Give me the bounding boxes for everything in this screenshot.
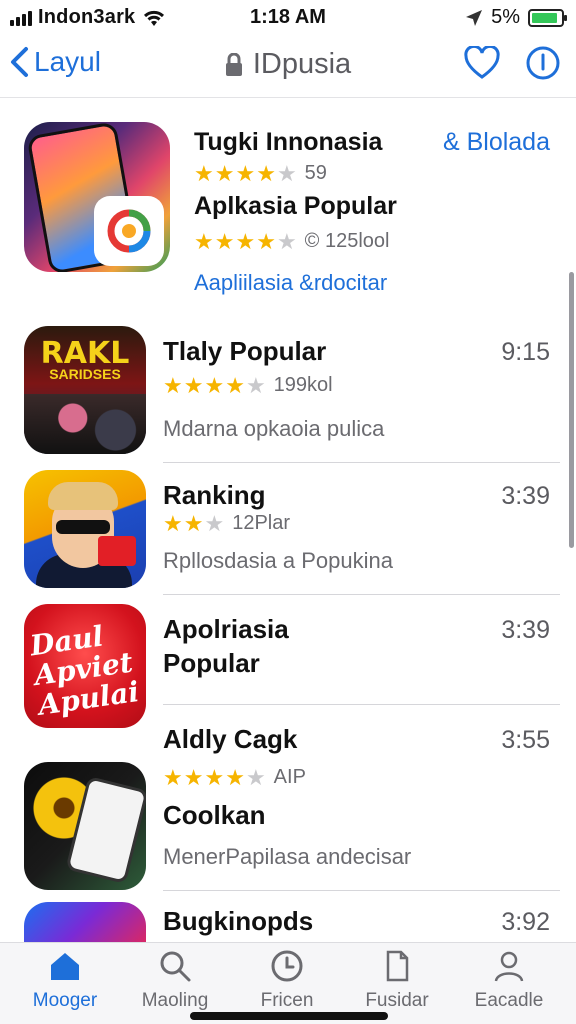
star-icon: ★ bbox=[183, 372, 204, 398]
featured-action-button[interactable]: & Blolada bbox=[443, 128, 550, 157]
star-icon: ★ bbox=[163, 510, 183, 536]
featured-rating: ★ ★ ★ ★ ★ 59 bbox=[194, 162, 327, 185]
featured-subtitle: Aplkasia Popular bbox=[194, 192, 397, 220]
star-icon: ★ bbox=[204, 372, 225, 398]
featured-rating-secondary: ★ ★ ★ ★ ★ © 125lool bbox=[194, 230, 389, 253]
app-name: Bugkinopds bbox=[163, 906, 314, 936]
star-icon: ★ bbox=[194, 228, 214, 254]
featured-link[interactable]: Aapliilasia &rdocitar bbox=[194, 270, 387, 296]
app-name: Tlaly Popular bbox=[163, 336, 327, 366]
star-icon: ★ bbox=[183, 764, 204, 790]
divider bbox=[163, 704, 560, 705]
featured-app-icon[interactable] bbox=[24, 122, 170, 272]
home-icon bbox=[51, 953, 79, 980]
app-icon[interactable]: RAKL SARIDSES bbox=[24, 326, 146, 454]
rating-count: AIP bbox=[273, 766, 306, 788]
list-item[interactable]: Aldly Cagk 3:55 ★ ★ ★ ★ ★ AIP Coolkan MenerP… bbox=[0, 720, 576, 890]
app-name: Aldly Cagk bbox=[163, 724, 298, 754]
featured-title: Tugki Innonasia bbox=[194, 128, 383, 156]
page-title-text: IDpusia bbox=[252, 48, 352, 80]
app-icon[interactable] bbox=[24, 470, 146, 588]
star-icon: ★ bbox=[194, 160, 214, 186]
divider bbox=[163, 594, 560, 595]
app-subtitle: Coolkan bbox=[163, 800, 266, 830]
star-icon: ★ bbox=[245, 372, 266, 398]
divider bbox=[163, 890, 560, 891]
star-icon: ★ bbox=[204, 764, 225, 790]
clock-icon bbox=[271, 950, 303, 982]
heart-icon[interactable] bbox=[464, 46, 500, 80]
rating-count: © 125lool bbox=[304, 230, 390, 252]
star-rating: ★ ★ ★ ★ ★ bbox=[194, 228, 297, 254]
app-rating: ★ ★ ★ ★ ★ 199kol bbox=[163, 374, 333, 397]
list-item[interactable]: Daul Apviet Apulai Apolriasia Popular 3:… bbox=[0, 604, 576, 730]
featured-app[interactable]: Tugki Innonasia & Blolada ★ ★ ★ ★ ★ 59 Aplka… bbox=[0, 110, 576, 306]
app-logo-icon bbox=[107, 209, 151, 253]
star-icon: ★ bbox=[214, 228, 235, 254]
tab-documents[interactable]: Fusidar bbox=[342, 949, 452, 1012]
star-icon: ★ bbox=[235, 228, 256, 254]
list-item[interactable]: RAKL SARIDSES Tlaly Popular 9:15 ★ ★ ★ ★ ★ 1… bbox=[0, 326, 576, 462]
divider bbox=[163, 462, 560, 463]
tab-profile[interactable]: Eacadle bbox=[454, 949, 564, 1012]
star-icon: ★ bbox=[214, 160, 235, 186]
app-time: 3:39 bbox=[501, 482, 550, 510]
star-icon: ★ bbox=[225, 764, 245, 790]
list-item[interactable]: Bugkinopds 3:92 bbox=[0, 902, 576, 962]
info-icon[interactable] bbox=[526, 46, 560, 80]
star-rating: ★ ★ ★ ★ ★ bbox=[194, 160, 297, 186]
document-icon bbox=[386, 950, 409, 982]
star-icon: ★ bbox=[256, 160, 276, 186]
app-name-line2: Popular bbox=[163, 648, 260, 678]
rating-count: 59 bbox=[304, 162, 327, 184]
lock-icon bbox=[225, 52, 242, 76]
rating-count: 199kol bbox=[273, 374, 333, 396]
app-icon[interactable] bbox=[24, 762, 146, 890]
star-icon: ★ bbox=[163, 372, 183, 398]
star-rating: ★ ★ ★ ★ ★ bbox=[163, 764, 266, 790]
app-description: MenerPapilasa andecisar bbox=[163, 844, 412, 869]
tab-home[interactable]: Mooger bbox=[10, 949, 120, 1012]
app-icon[interactable]: Daul Apviet Apulai bbox=[24, 604, 146, 728]
navigation-bar: Layul IDpusia bbox=[0, 36, 576, 98]
app-name: Apolriasia bbox=[163, 614, 289, 644]
rating-count: 12Plar bbox=[232, 512, 291, 534]
tab-recent[interactable]: Fricen bbox=[232, 949, 342, 1012]
star-icon: ★ bbox=[256, 228, 276, 254]
app-time: 9:15 bbox=[501, 338, 550, 366]
app-time: 3:39 bbox=[501, 616, 550, 644]
star-icon: ★ bbox=[276, 160, 297, 186]
star-icon: ★ bbox=[183, 510, 204, 536]
list-item[interactable]: Ranking 3:39 ★ ★ ★ 12Plar Rpllosdasia a Po… bbox=[0, 470, 576, 596]
status-bar: Indon3ark 1:18 AM 5% bbox=[0, 0, 576, 36]
battery-icon bbox=[528, 8, 567, 27]
star-rating: ★ ★ ★ bbox=[163, 510, 225, 536]
app-description: Mdarna opkaoia pulica bbox=[163, 416, 385, 441]
star-icon: ★ bbox=[204, 510, 225, 536]
app-description: Rpllosdasia a Popukina bbox=[163, 548, 393, 573]
home-indicator[interactable] bbox=[190, 1012, 388, 1020]
app-name: Ranking bbox=[163, 480, 266, 510]
app-time: 3:55 bbox=[501, 726, 550, 754]
app-time: 3:92 bbox=[501, 908, 550, 936]
star-icon: ★ bbox=[163, 764, 183, 790]
star-icon: ★ bbox=[235, 160, 256, 186]
star-icon: ★ bbox=[245, 764, 266, 790]
scroll-indicator[interactable] bbox=[569, 272, 574, 548]
star-rating: ★ ★ ★ ★ ★ bbox=[163, 372, 266, 398]
app-rating: ★ ★ ★ 12Plar bbox=[163, 512, 290, 535]
search-icon bbox=[160, 951, 191, 982]
star-icon: ★ bbox=[276, 228, 297, 254]
battery-percent: 5% bbox=[491, 6, 520, 28]
tab-search[interactable]: Maoling bbox=[120, 949, 230, 1012]
app-rating: ★ ★ ★ ★ ★ AIP bbox=[163, 766, 306, 789]
location-icon bbox=[466, 9, 483, 26]
star-icon: ★ bbox=[225, 372, 245, 398]
person-icon bbox=[494, 951, 524, 982]
